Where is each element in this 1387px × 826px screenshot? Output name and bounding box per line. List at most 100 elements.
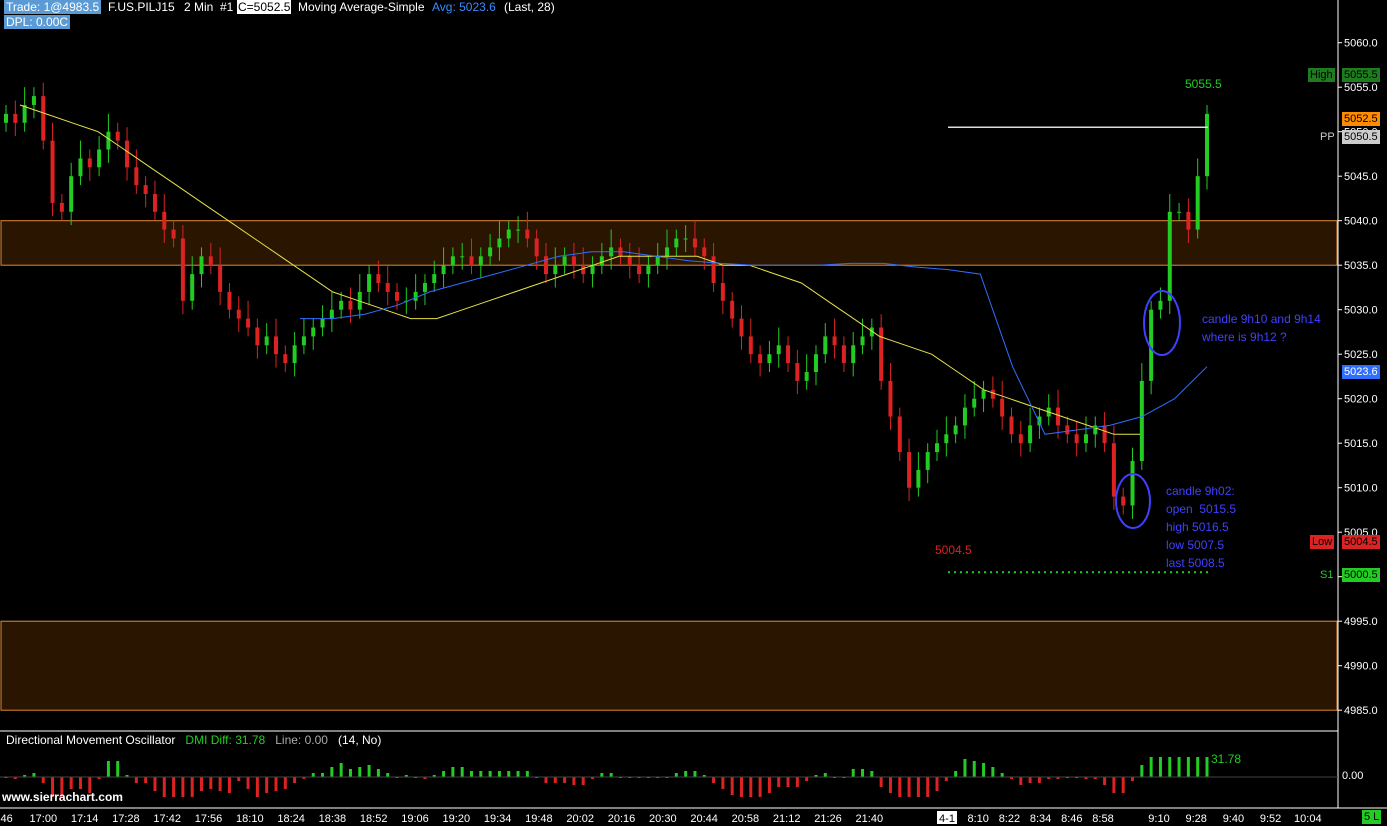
candle-body-19 (180, 238, 185, 301)
dmi-bar-98 (916, 777, 920, 797)
candle-body-46 (432, 274, 437, 283)
x-tick-label-6: 18:10 (236, 813, 264, 825)
trade-label: Trade: 1@4983.5 (4, 0, 102, 14)
dmi-bar-73 (684, 771, 688, 777)
avg-tag-value: 5023.6 (1342, 365, 1380, 379)
candle-body-58 (543, 256, 548, 275)
low-tag-value: 5004.5 (1342, 535, 1380, 549)
dmi-bar-102 (954, 771, 958, 777)
candle-body-62 (581, 265, 586, 275)
dmi-bar-119 (1112, 777, 1116, 793)
y-tick-label-9: 5015.0 (1344, 438, 1378, 450)
dmi-bar-92 (861, 769, 865, 777)
price-chart[interactable]: 5060.05055.05050.05045.05040.05035.05030… (0, 0, 1387, 826)
x-tick-label-20: 21:26 (814, 813, 842, 825)
x-tick-label-1: 17:00 (30, 813, 58, 825)
x-tick-label-32: 10:04 (1294, 813, 1322, 825)
candle-body-126 (1177, 211, 1182, 213)
candle-body-85 (795, 363, 800, 381)
dmi-bar-65 (609, 773, 613, 777)
candle-body-39 (367, 274, 372, 292)
candle-body-54 (506, 229, 511, 239)
candle-body-8 (78, 158, 83, 177)
dmi-bar-64 (600, 773, 604, 777)
candle-body-16 (152, 194, 157, 212)
candle-body-42 (395, 291, 400, 301)
candle-body-29 (273, 336, 278, 355)
annotation-note-2: candle 9h02: open 5015.5 high 5016.5 low 50… (1166, 484, 1237, 570)
candle-body-110 (1028, 425, 1033, 444)
candle-body-128 (1195, 176, 1200, 230)
x-tick-label-18: 20:58 (732, 813, 760, 825)
dmi-diff: DMI Diff: 31.78 (185, 733, 266, 747)
x-tick-label-13: 19:48 (525, 813, 553, 825)
candle-body-92 (860, 336, 865, 346)
y-tick-label-5: 5035.0 (1344, 260, 1378, 272)
dmi-bar-110 (1028, 777, 1032, 783)
candle-body-73 (683, 238, 688, 240)
candle-body-2 (22, 105, 27, 123)
candle-body-127 (1186, 211, 1191, 230)
dmi-bar-56 (525, 771, 529, 777)
candle-body-50 (469, 256, 474, 266)
x-tick-label-10: 19:06 (401, 813, 429, 825)
x-tick-label-12: 19:34 (484, 813, 512, 825)
dmi-bar-41 (386, 773, 390, 777)
dmi-bar-25 (237, 777, 241, 781)
x-tick-label-23: 8:10 (967, 813, 988, 825)
avg-params: (Last, 28) (504, 0, 555, 14)
x-tick-label-5: 17:56 (195, 813, 223, 825)
dmi-bar-38 (358, 767, 362, 777)
candle-body-35 (329, 309, 334, 319)
candle-body-52 (488, 247, 493, 257)
avg-label: Avg: 5023.6 (432, 0, 496, 14)
candle-body-120 (1121, 496, 1126, 506)
candle-body-63 (590, 265, 595, 275)
dmi-bar-26 (246, 777, 250, 789)
dmi-bar-95 (888, 777, 892, 793)
dmi-bar-8 (78, 777, 82, 789)
dmi-bar-51 (479, 771, 483, 777)
candle-body-115 (1074, 434, 1079, 444)
y-tick-label-3: 5045.0 (1344, 171, 1378, 183)
candle-body-82 (767, 354, 772, 364)
dmi-bar-81 (758, 777, 762, 797)
dmi-bar-88 (823, 773, 827, 777)
s1-tag-value: 5000.5 (1342, 568, 1380, 582)
candle-body-124 (1158, 300, 1163, 310)
candle-body-121 (1130, 461, 1135, 506)
candle-body-45 (422, 283, 427, 292)
candle-body-12 (115, 131, 120, 141)
dmi-bar-28 (265, 777, 269, 793)
dmi-bar-16 (153, 777, 157, 791)
x-tick-label-3: 17:28 (112, 813, 140, 825)
candle-body-67 (627, 256, 632, 266)
x-tick-label-8: 18:38 (319, 813, 347, 825)
x-tick-label-21: 21:40 (856, 813, 884, 825)
x-tick-label-9: 18:52 (360, 813, 388, 825)
dmi-bar-105 (982, 763, 986, 777)
zone-1 (0, 620, 1338, 711)
dmi-bar-55 (516, 771, 520, 777)
dmi-bar-23 (218, 777, 222, 791)
dmi-bar-19 (181, 777, 185, 797)
dmi-bar-120 (1121, 777, 1125, 793)
candle-body-102 (953, 425, 958, 435)
candle-body-75 (702, 247, 707, 257)
dpl-label: DPL: 0.00C (4, 15, 71, 29)
candle-body-59 (553, 265, 558, 275)
y-tick-label-13: 4995.0 (1344, 616, 1378, 628)
dmi-bar-86 (805, 777, 809, 781)
candle-body-4 (41, 96, 46, 141)
interval-label: 2 Min (184, 0, 214, 14)
dmi-bar-106 (991, 767, 995, 777)
high-annotation: 5055.5 (1185, 77, 1222, 91)
y-tick-label-8: 5020.0 (1344, 394, 1378, 406)
last-tag-value: 5052.5 (1342, 112, 1380, 126)
watermark: www.sierrachart.com (2, 790, 123, 804)
candle-body-125 (1167, 211, 1172, 301)
dmi-bar-21 (200, 777, 204, 791)
x-tick-label-27: 8:58 (1092, 813, 1113, 825)
dmi-bar-107 (1000, 773, 1004, 777)
candle-body-83 (776, 345, 781, 355)
